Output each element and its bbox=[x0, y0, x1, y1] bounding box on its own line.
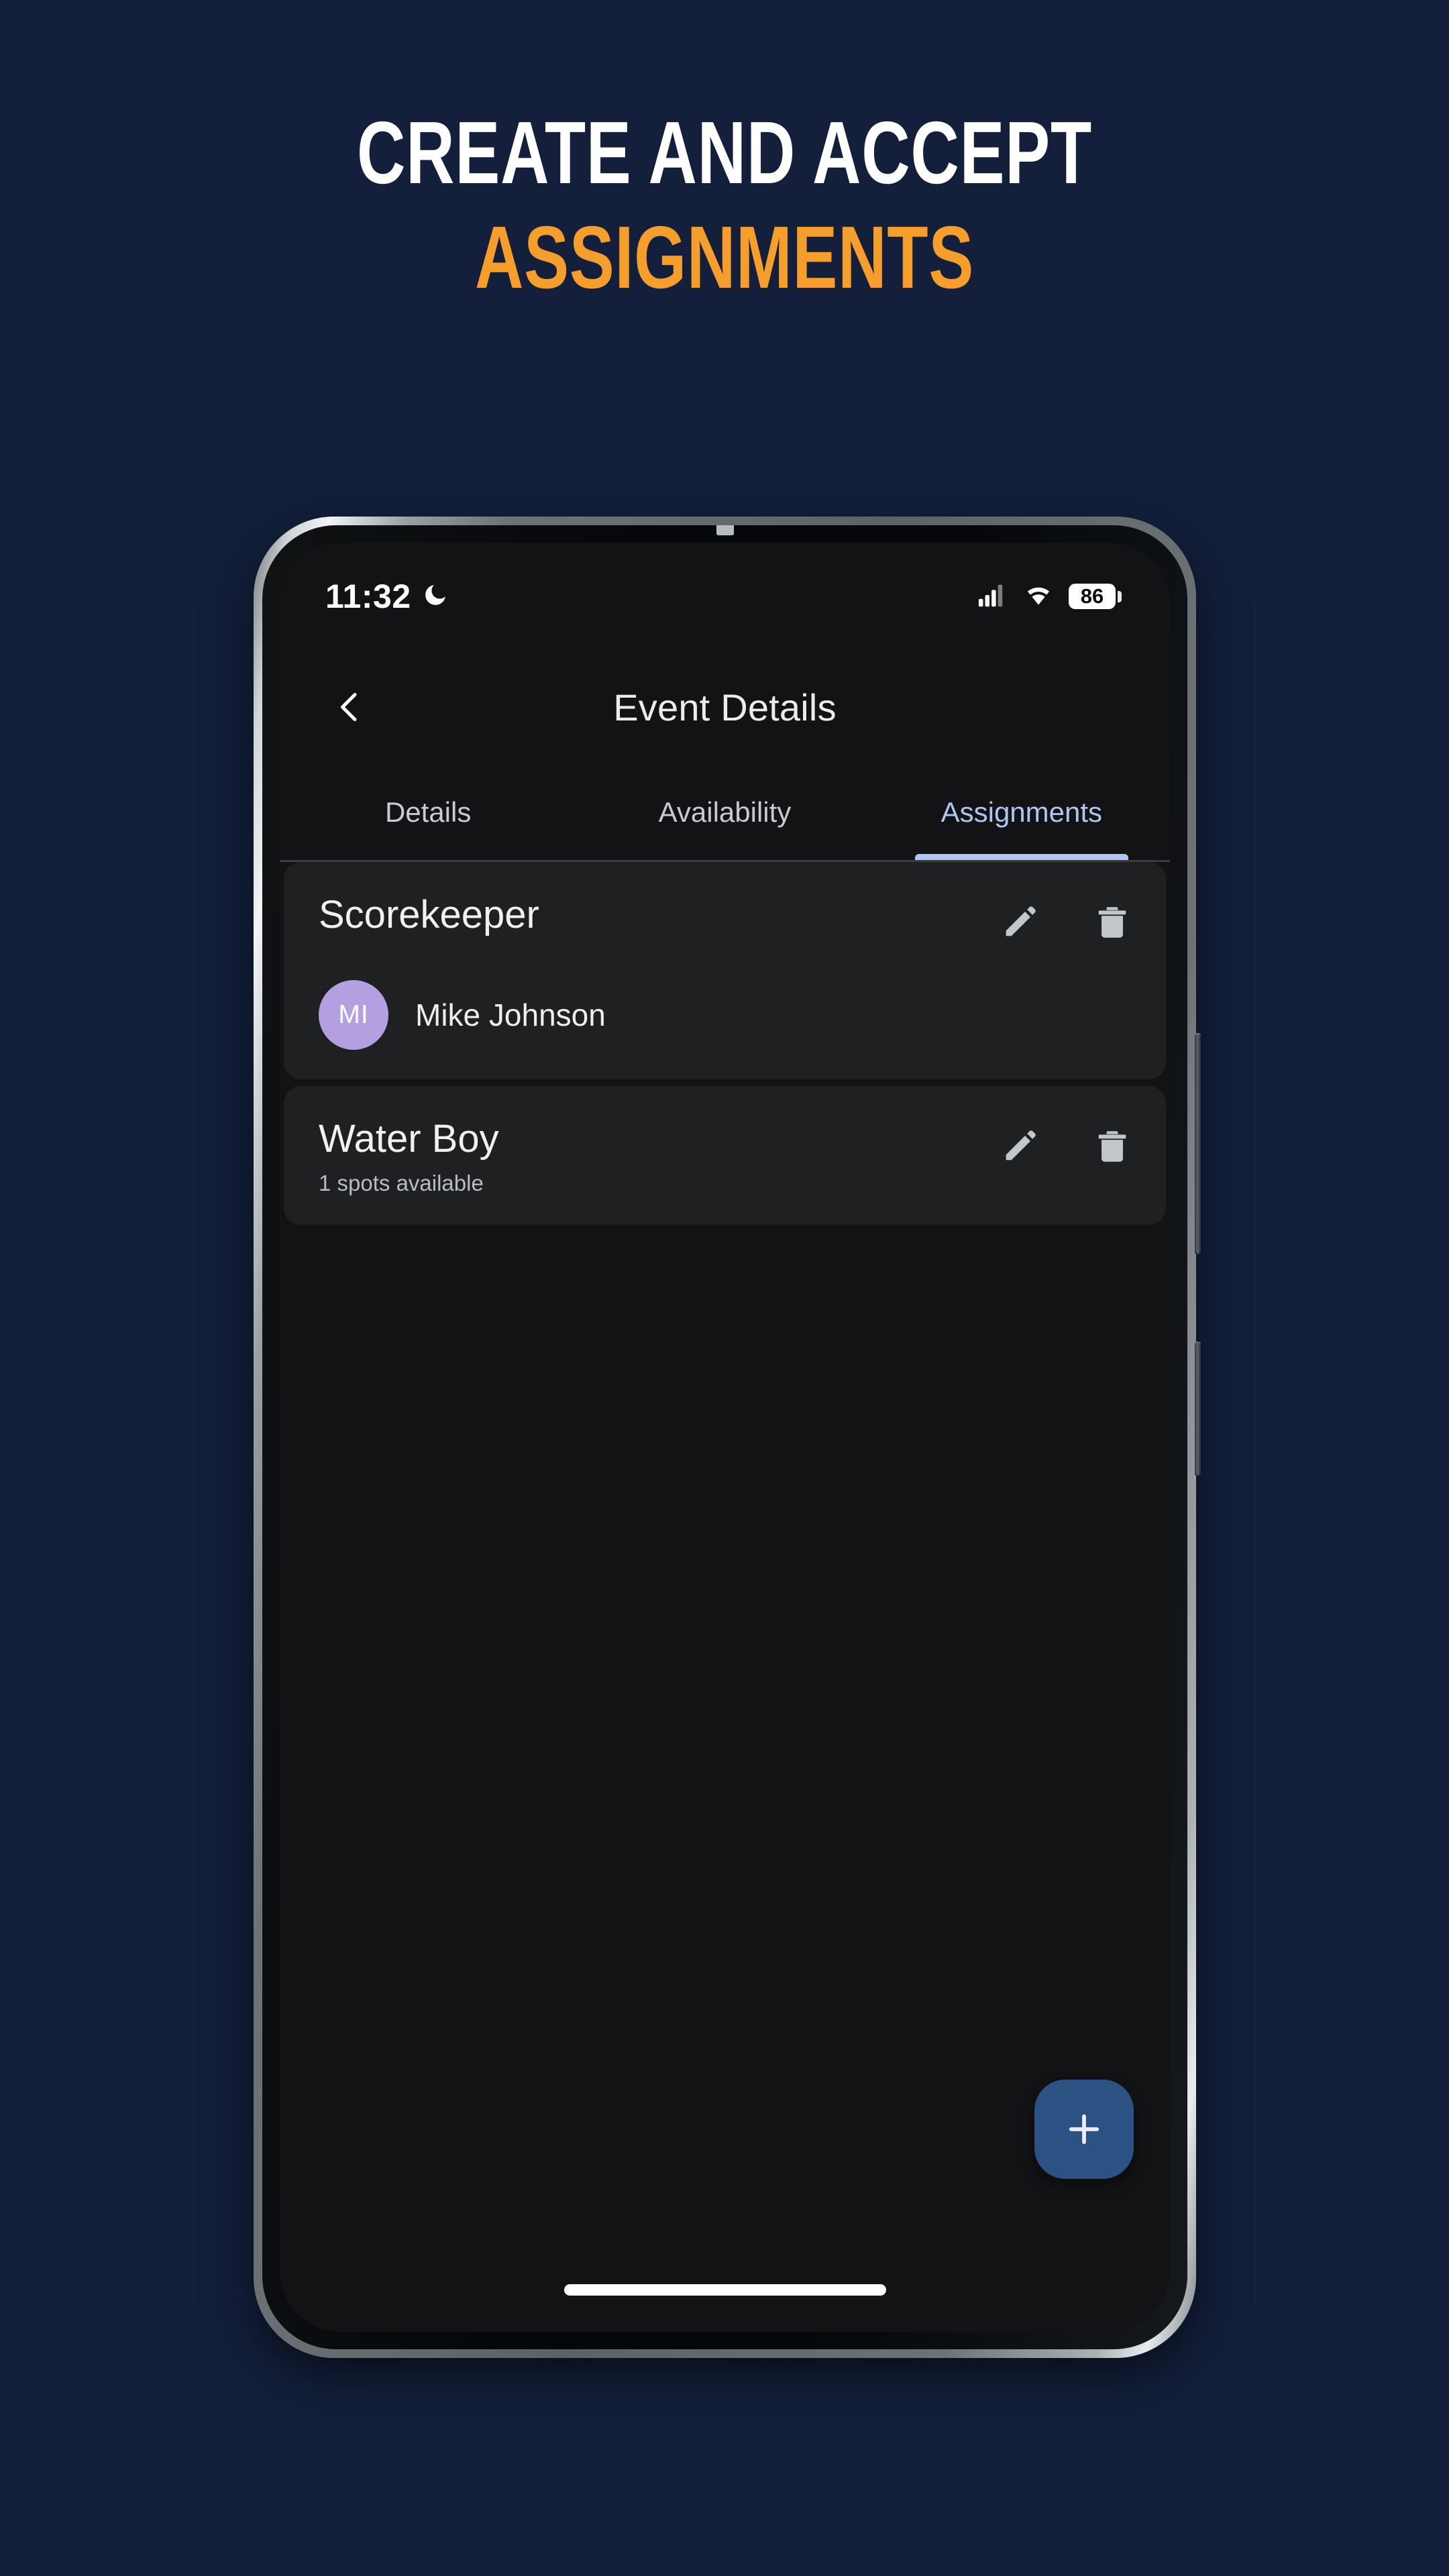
wifi-icon bbox=[1023, 582, 1054, 612]
cellular-signal-icon bbox=[977, 582, 1008, 612]
delete-assignment-button[interactable] bbox=[1091, 901, 1134, 944]
tab-bar: Details Availability Assignments bbox=[280, 764, 1170, 862]
crescent-moon-icon bbox=[422, 582, 449, 612]
tab-availability[interactable]: Availability bbox=[576, 764, 873, 860]
battery-indicator: 86 bbox=[1069, 584, 1122, 609]
avatar: MI bbox=[319, 980, 388, 1050]
home-indicator[interactable] bbox=[564, 2284, 886, 2296]
assignment-card[interactable]: Water Boy 1 spots available bbox=[284, 1086, 1166, 1225]
avatar-initials: MI bbox=[338, 1000, 369, 1029]
edit-assignment-button[interactable] bbox=[998, 901, 1041, 944]
tab-assignments-label: Assignments bbox=[941, 796, 1103, 828]
tab-details-label: Details bbox=[384, 796, 472, 828]
back-button[interactable] bbox=[317, 675, 382, 739]
status-bar-right: 86 bbox=[977, 582, 1122, 612]
assignment-card-title-wrap: Water Boy 1 spots available bbox=[319, 1116, 499, 1195]
promo-headline-line-1: CREATE AND ACCEPT bbox=[356, 103, 1093, 202]
edit-assignment-button[interactable] bbox=[998, 1125, 1041, 1168]
tab-availability-label: Availability bbox=[658, 796, 792, 828]
volume-button[interactable] bbox=[1195, 1033, 1201, 1254]
trash-delete-icon bbox=[1098, 907, 1126, 938]
assignment-title: Scorekeeper bbox=[319, 893, 539, 936]
tab-details[interactable]: Details bbox=[280, 764, 576, 860]
tab-assignments[interactable]: Assignments bbox=[873, 764, 1170, 860]
phone-screen: 11:32 86 Event Details Details Availabil… bbox=[280, 543, 1170, 2332]
delete-assignment-button[interactable] bbox=[1091, 1125, 1134, 1168]
assignment-subtitle: 1 spots available bbox=[319, 1170, 484, 1195]
chevron-left-icon bbox=[341, 693, 357, 721]
power-button[interactable] bbox=[1195, 1342, 1201, 1476]
plus-icon bbox=[1069, 2114, 1099, 2145]
active-tab-indicator bbox=[914, 854, 1129, 860]
assignment-assignee: MI Mike Johnson bbox=[319, 980, 1134, 1050]
assignment-card-actions bbox=[998, 1116, 1134, 1168]
status-bar-left: 11:32 bbox=[325, 580, 449, 613]
app-bar: Event Details bbox=[280, 650, 1170, 764]
battery-level-label: 86 bbox=[1069, 584, 1116, 609]
pencil-edit-icon bbox=[1006, 1130, 1036, 1161]
antenna-nub bbox=[716, 525, 734, 535]
phone-device-frame: 11:32 86 Event Details Details Availabil… bbox=[254, 517, 1201, 2358]
assignment-card-header: Water Boy 1 spots available bbox=[319, 1116, 1134, 1195]
promo-headline: CREATE AND ACCEPT ASSIGNMENTS bbox=[0, 101, 1449, 310]
phone-bezel: 11:32 86 Event Details Details Availabil… bbox=[262, 525, 1187, 2349]
add-assignment-fab[interactable] bbox=[1034, 2080, 1134, 2179]
assignee-name: Mike Johnson bbox=[415, 998, 606, 1032]
battery-cap bbox=[1118, 590, 1122, 602]
pencil-edit-icon bbox=[1006, 906, 1036, 936]
status-bar: 11:32 86 bbox=[280, 543, 1170, 650]
page-title: Event Details bbox=[613, 686, 837, 729]
promo-headline-line-2: ASSIGNMENTS bbox=[474, 207, 975, 307]
assignment-card[interactable]: Scorekeeper MI Mike Johnson bbox=[284, 862, 1166, 1079]
assignment-title: Water Boy bbox=[319, 1117, 499, 1161]
assignment-card-actions bbox=[998, 892, 1134, 944]
trash-delete-icon bbox=[1098, 1131, 1126, 1162]
status-time: 11:32 bbox=[325, 578, 411, 615]
assignments-list: Scorekeeper MI Mike Johnson Water Boy 1 … bbox=[280, 862, 1170, 2332]
assignment-card-header: Scorekeeper bbox=[319, 892, 1134, 944]
assignment-card-title-wrap: Scorekeeper bbox=[319, 892, 539, 936]
